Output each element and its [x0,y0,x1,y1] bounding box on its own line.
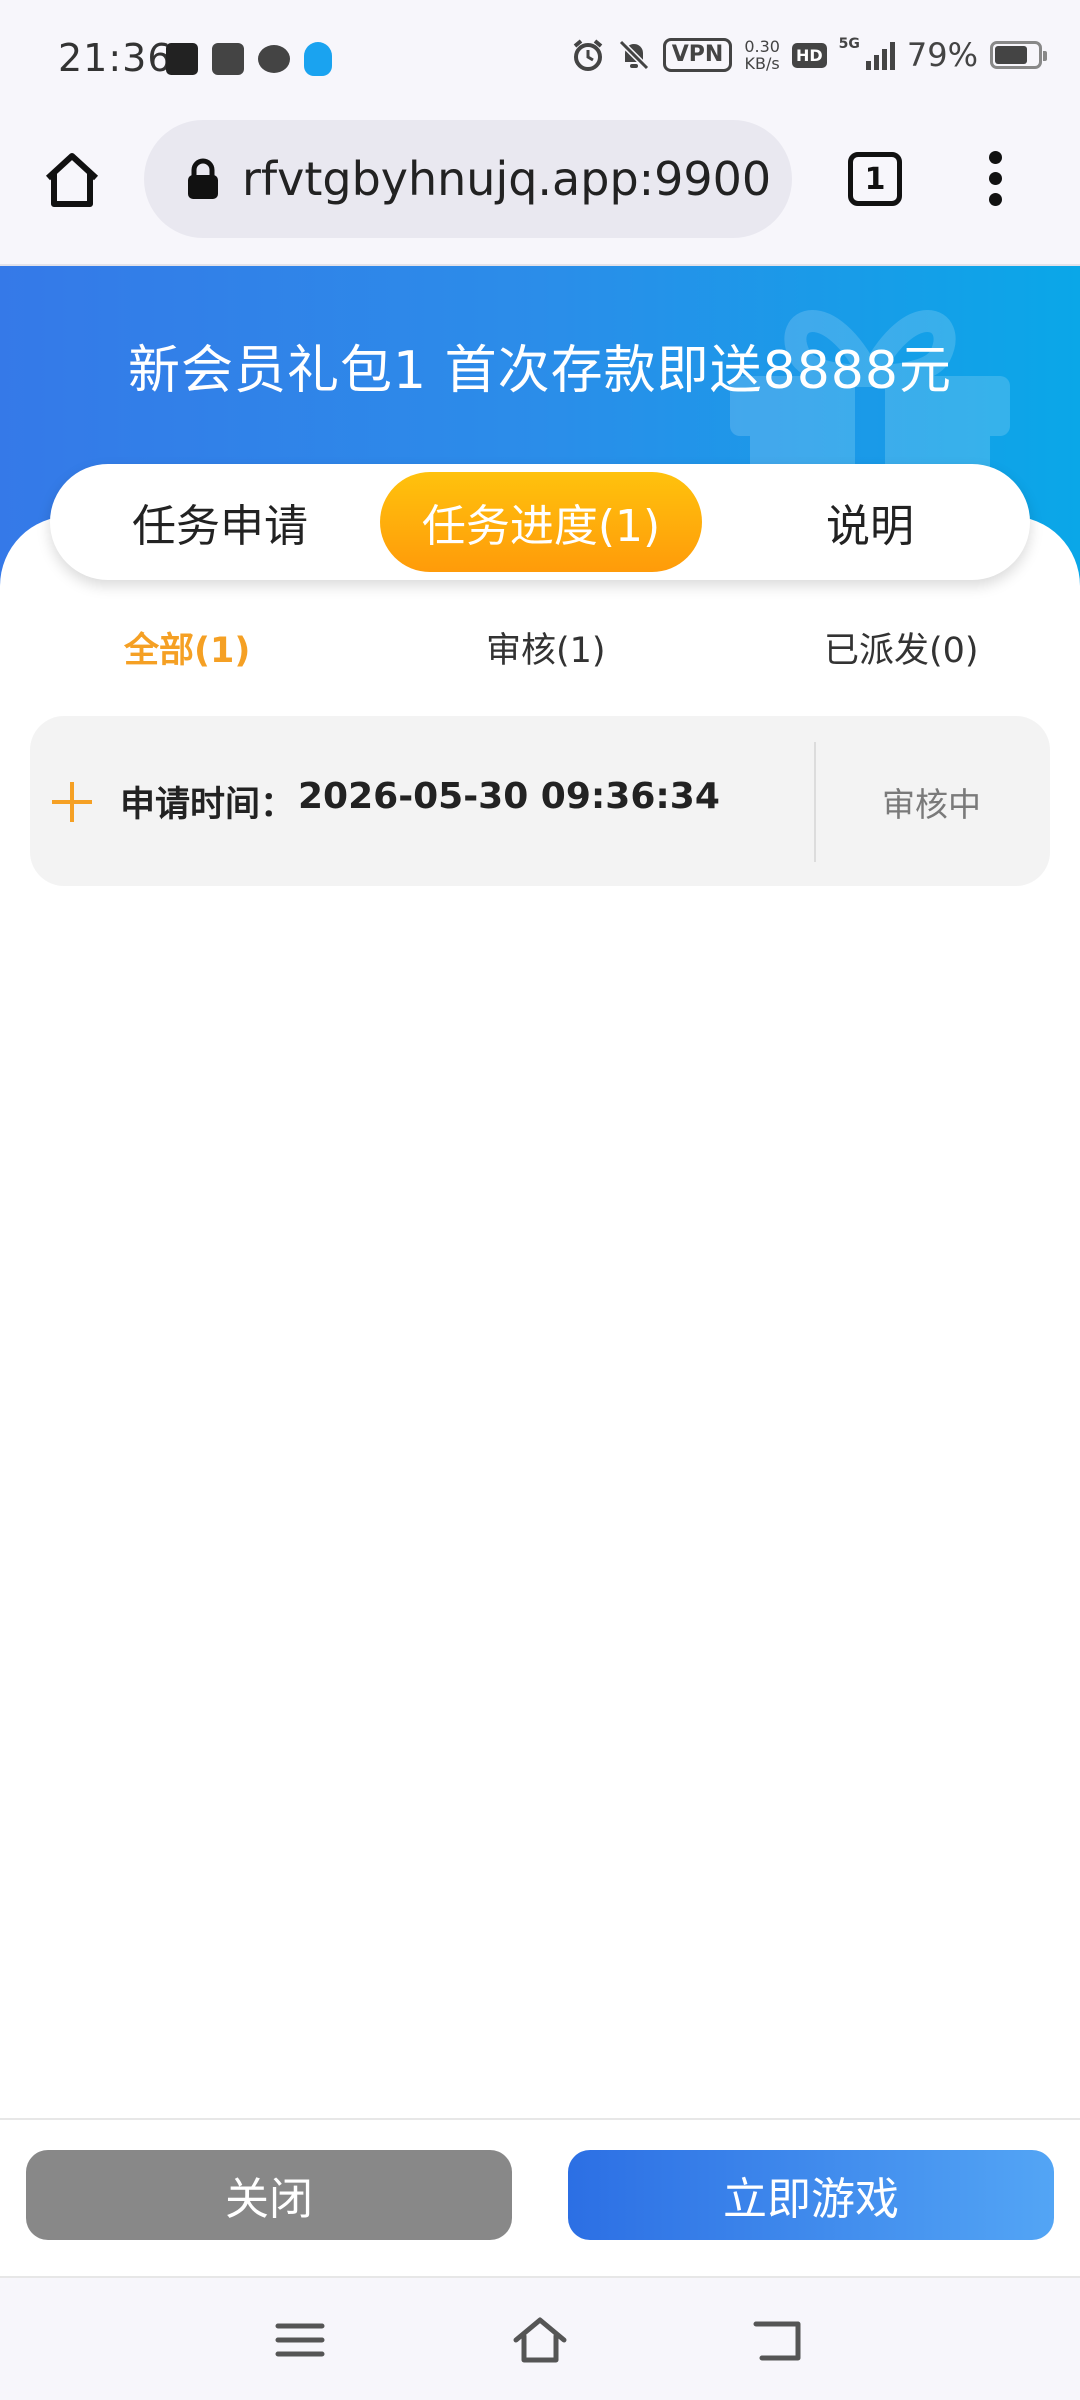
status-bar: 21:36 VPN 0.30 KB/s HD 5G 79% [0,0,1080,118]
top-tab-bar: 任务申请 任务进度(1) 说明 [50,464,1030,580]
browser-toolbar: rfvtgbyhnujq.app:9900 1 [0,118,1080,266]
back-nav-icon[interactable] [752,2314,808,2366]
battery-percent: 79% [906,36,978,74]
vpn-badge: VPN [662,38,733,72]
chat-app-icon [258,45,290,73]
tab-switcher-button[interactable]: 1 [848,152,902,206]
url-text[interactable]: rfvtgbyhnujq.app:9900 [242,152,771,206]
mute-icon [618,39,649,71]
network-speed: 0.30 KB/s [744,38,780,72]
system-nav-bar [0,2276,1080,2400]
filter-dispatched[interactable]: 已派发(0) [824,622,979,673]
qq-app-icon [304,42,332,76]
notification-icons [166,42,332,76]
filter-review[interactable]: 审核(1) [486,622,606,673]
tab-task-progress[interactable]: 任务进度(1) [380,472,702,572]
tab-task-apply[interactable]: 任务申请 [70,472,370,572]
expand-plus-icon[interactable] [52,782,92,822]
speed-value: 0.30 [744,37,780,56]
status-indicators: VPN 0.30 KB/s HD 5G 79% [571,36,1047,74]
banner-title: 新会员礼包1 首次存款即送8888元 [128,341,952,401]
bag-app-icon [212,43,244,75]
play-now-button[interactable]: 立即游戏 [568,2150,1054,2240]
battery-icon [990,41,1047,69]
speed-unit: KB/s [744,54,780,73]
hd-badge: HD [791,42,827,68]
alarm-icon [573,39,603,71]
network-type: 5G [838,36,860,52]
status-time: 21:36 [58,36,173,80]
more-menu-icon[interactable] [980,146,1010,214]
home-nav-icon[interactable] [512,2314,568,2366]
battery-fill [995,46,1028,64]
apply-time-label: 申请时间： [120,785,296,825]
address-bar[interactable]: rfvtgbyhnujq.app:9900 [144,120,792,238]
filter-all[interactable]: 全部(1) [124,622,250,673]
list-item[interactable]: 申请时间： 2026-05-30 09:36:34 审核中 [30,716,1050,886]
status-badge: 审核中 [882,785,981,824]
close-button[interactable]: 关闭 [26,2150,512,2240]
home-icon[interactable] [40,148,104,212]
tab-instructions[interactable]: 说明 [720,472,1020,572]
action-bar: 关闭 立即游戏 [0,2118,1080,2276]
lock-icon [188,158,218,199]
soul-app-icon [166,43,198,75]
divider [814,742,816,862]
apply-time-value: 2026-05-30 09:36:34 [298,776,720,817]
recent-apps-icon[interactable] [272,2314,328,2366]
signal-icon [865,40,895,70]
filter-tab-bar: 全部(1) 审核(1) 已派发(0) [0,622,1080,682]
